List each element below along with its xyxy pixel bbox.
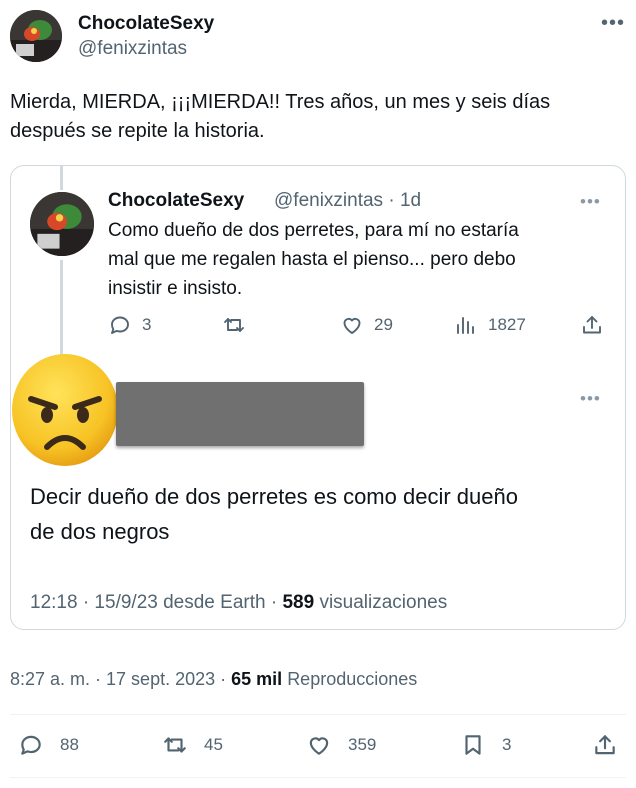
avatar-image — [10, 10, 62, 62]
parent-retweet-button[interactable] — [222, 313, 246, 337]
parent-like-count: 29 — [374, 315, 393, 334]
parent-like-button[interactable]: 29 — [340, 313, 393, 337]
reply-button[interactable]: 88 — [18, 732, 79, 758]
reply-timestamp[interactable]: 12:18 · 15/9/23 desde Earth · — [30, 592, 277, 613]
reply-views-count: 589 — [282, 592, 315, 613]
like-button[interactable]: 359 — [306, 732, 376, 758]
reply-icon — [21, 735, 41, 755]
retweet-icon — [164, 737, 186, 753]
tweet-metadata: 8:27 a. m. · 17 sept. 2023 · 65 mil Repr… — [10, 669, 417, 690]
tweet-text-line-2: después se repite la historia. — [10, 120, 265, 142]
parent-handle-time[interactable]: @fenixzintas · 1d — [274, 190, 421, 212]
reply-icon — [111, 316, 129, 334]
bookmark-icon — [465, 735, 481, 755]
more-options-icon[interactable]: ••• — [601, 13, 625, 33]
author-avatar[interactable] — [10, 10, 62, 62]
views-chart-icon — [457, 317, 474, 334]
retweet-button[interactable]: 45 — [162, 732, 223, 758]
parent-reply-button[interactable]: 3 — [108, 313, 151, 337]
parent-share-button[interactable] — [580, 313, 604, 337]
tweet-timestamp[interactable]: 8:27 a. m. · 17 sept. 2023 · — [10, 669, 226, 689]
tweet-views-count: 65 mil — [231, 669, 283, 689]
reply-text-line-2: de dos negros — [30, 519, 170, 544]
reply-count: 88 — [60, 735, 79, 754]
divider-top — [10, 714, 626, 715]
author-display-name[interactable]: ChocolateSexy — [78, 13, 214, 35]
tweet-views-label: Reproducciones — [287, 669, 418, 689]
parent-text-line-3: insistir e insisto. — [108, 278, 243, 299]
parent-author-avatar[interactable] — [30, 192, 94, 256]
parent-text-line-1: Como dueño de dos perretes, para mí no e… — [108, 220, 519, 241]
share-icon — [595, 735, 615, 755]
parent-views-button[interactable]: 1827 — [454, 313, 526, 337]
angry-face-icon — [11, 353, 119, 467]
parent-text-line-2: mal que me regalen hasta el pienso... pe… — [108, 249, 516, 270]
bookmark-button[interactable]: 3 — [460, 732, 511, 758]
reply-metadata: 12:18 · 15/9/23 desde Earth · 589 visual… — [30, 592, 447, 614]
like-count: 359 — [348, 735, 377, 754]
thread-connector-line — [60, 166, 63, 190]
redacted-author-block — [116, 382, 364, 446]
bookmark-count: 3 — [502, 735, 512, 754]
heart-icon — [343, 317, 361, 334]
avatar-image — [30, 192, 94, 256]
parent-reply-count: 3 — [142, 315, 152, 334]
reply-more-options-icon[interactable]: ••• — [580, 390, 601, 407]
tweet-text-line-1: Mierda, MIERDA, ¡¡¡MIERDA!! Tres años, u… — [10, 91, 551, 113]
thread-connector-line — [60, 260, 63, 368]
share-icon — [583, 316, 601, 334]
author-handle[interactable]: @fenixzintas — [78, 38, 187, 60]
divider-bottom — [10, 777, 626, 778]
parent-more-options-icon[interactable]: ••• — [580, 193, 601, 210]
share-button[interactable] — [592, 732, 618, 758]
parent-views-count: 1827 — [488, 315, 526, 334]
reply-text-line-1: Decir dueño de dos perretes es como deci… — [30, 484, 518, 509]
retweet-icon — [224, 318, 244, 332]
parent-display-name[interactable]: ChocolateSexy — [108, 190, 244, 212]
retweet-count: 45 — [204, 735, 223, 754]
heart-icon — [309, 737, 329, 755]
reply-views-label: visualizaciones — [319, 592, 448, 613]
